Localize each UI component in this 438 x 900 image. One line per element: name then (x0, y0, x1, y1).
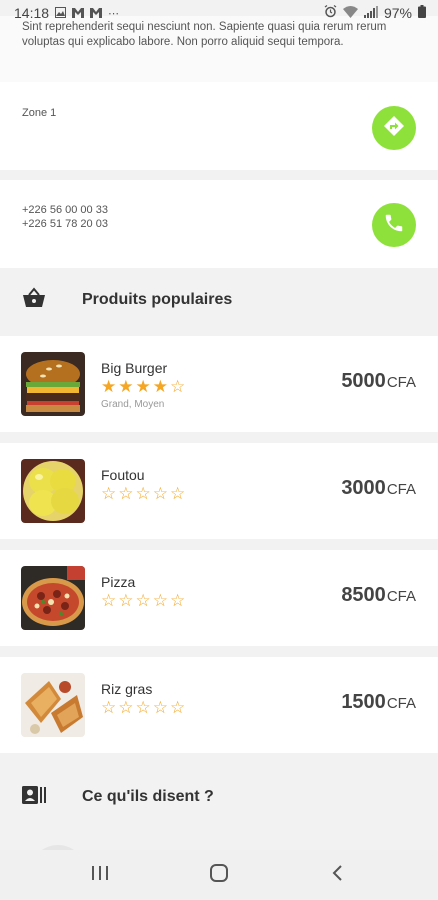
burger-image (21, 352, 85, 416)
foutou-image (21, 459, 85, 523)
phone-icon (383, 212, 405, 239)
zone-label: Zone 1 (22, 107, 57, 119)
mail-icon (72, 5, 85, 21)
star-empty-icon: ☆ (135, 698, 151, 717)
star-empty-icon: ☆ (152, 698, 168, 717)
call-button[interactable] (372, 203, 416, 247)
pizza-image (21, 566, 85, 630)
star-empty-icon: ☆ (101, 591, 117, 610)
price-currency: CFA (386, 695, 416, 712)
recent-apps-button[interactable] (70, 855, 130, 895)
rating-stars: ☆ ☆ ☆ ☆ ☆ (101, 699, 185, 716)
rating-stars: ☆ ☆ ☆ ☆ ☆ (101, 592, 185, 609)
star-empty-icon: ☆ (135, 591, 151, 610)
price-value: 3000 (341, 477, 386, 499)
contact-card: +226 56 00 00 33 +226 51 78 20 03 (0, 180, 438, 268)
system-nav-bar (0, 850, 438, 900)
product-price: 1500 CFA (341, 691, 416, 714)
alarm-icon (324, 5, 337, 21)
product-item[interactable]: Riz gras ☆ ☆ ☆ ☆ ☆ 1500 CFA (0, 657, 438, 753)
status-time: 14:18 (14, 5, 50, 21)
product-price: 8500 CFA (341, 584, 416, 607)
riz-gras-image (21, 673, 85, 737)
phone-number-2[interactable]: +226 51 78 20 03 (22, 217, 108, 231)
star-empty-icon: ☆ (170, 698, 186, 717)
recent-apps-icon (91, 865, 109, 886)
wifi-icon (342, 5, 358, 21)
more-icon: ⋯ (108, 7, 120, 20)
star-empty-icon: ☆ (152, 591, 168, 610)
product-name: Riz gras (101, 681, 153, 697)
rating-stars: ☆ ☆ ☆ ☆ ☆ (101, 485, 185, 502)
star-empty-icon: ☆ (118, 484, 134, 503)
product-name: Big Burger (101, 360, 168, 376)
price-value: 8500 (341, 584, 386, 606)
basket-icon (22, 286, 46, 314)
product-options: Grand, Moyen (101, 399, 165, 410)
status-bar: 14:18 ⋯ 97% (0, 0, 438, 26)
contact-card-icon (22, 785, 46, 809)
signal-icon (363, 5, 378, 21)
price-currency: CFA (386, 588, 416, 605)
star-empty-icon: ☆ (170, 484, 186, 503)
home-button[interactable] (189, 855, 249, 895)
phone-number-1[interactable]: +226 56 00 00 33 (22, 203, 108, 217)
star-filled-icon: ★ (135, 377, 151, 396)
back-icon (331, 864, 345, 887)
section-title: Ce qu'ils disent ? (82, 788, 214, 805)
price-value: 1500 (341, 691, 386, 713)
image-icon (55, 5, 67, 21)
back-button[interactable] (308, 855, 368, 895)
star-empty-icon: ☆ (101, 698, 117, 717)
directions-button[interactable] (372, 106, 416, 150)
section-title: Produits populaires (82, 291, 233, 308)
product-item[interactable]: Pizza ☆ ☆ ☆ ☆ ☆ 8500 CFA (0, 550, 438, 646)
popular-products-header: Produits populaires (0, 268, 438, 332)
price-currency: CFA (386, 374, 416, 391)
star-empty-icon: ☆ (118, 591, 134, 610)
star-filled-icon: ★ (118, 377, 134, 396)
price-value: 5000 (341, 370, 386, 392)
product-item[interactable]: Big Burger ★ ★ ★ ★ ☆ Grand, Moyen 5000 C… (0, 336, 438, 432)
battery-level: 97% (383, 5, 412, 21)
rating-stars: ★ ★ ★ ★ ☆ (101, 378, 185, 395)
product-item[interactable]: Foutou ☆ ☆ ☆ ☆ ☆ 3000 CFA (0, 443, 438, 539)
battery-icon (418, 5, 426, 21)
location-card: Zone 1 (0, 82, 438, 170)
home-icon (209, 863, 229, 888)
reviews-header: Ce qu'ils disent ? (0, 765, 438, 829)
mail-icon (90, 5, 103, 21)
star-empty-icon: ☆ (170, 591, 186, 610)
directions-icon (382, 114, 406, 143)
star-filled-icon: ★ (152, 377, 168, 396)
price-currency: CFA (386, 481, 416, 498)
product-price: 3000 CFA (341, 477, 416, 500)
star-filled-icon: ★ (101, 377, 117, 396)
product-price: 5000 CFA (341, 370, 416, 393)
star-empty-icon: ☆ (135, 484, 151, 503)
star-empty-icon: ☆ (170, 377, 186, 396)
star-empty-icon: ☆ (101, 484, 117, 503)
product-name: Foutou (101, 467, 145, 483)
star-empty-icon: ☆ (152, 484, 168, 503)
product-name: Pizza (101, 574, 136, 590)
star-empty-icon: ☆ (118, 698, 134, 717)
